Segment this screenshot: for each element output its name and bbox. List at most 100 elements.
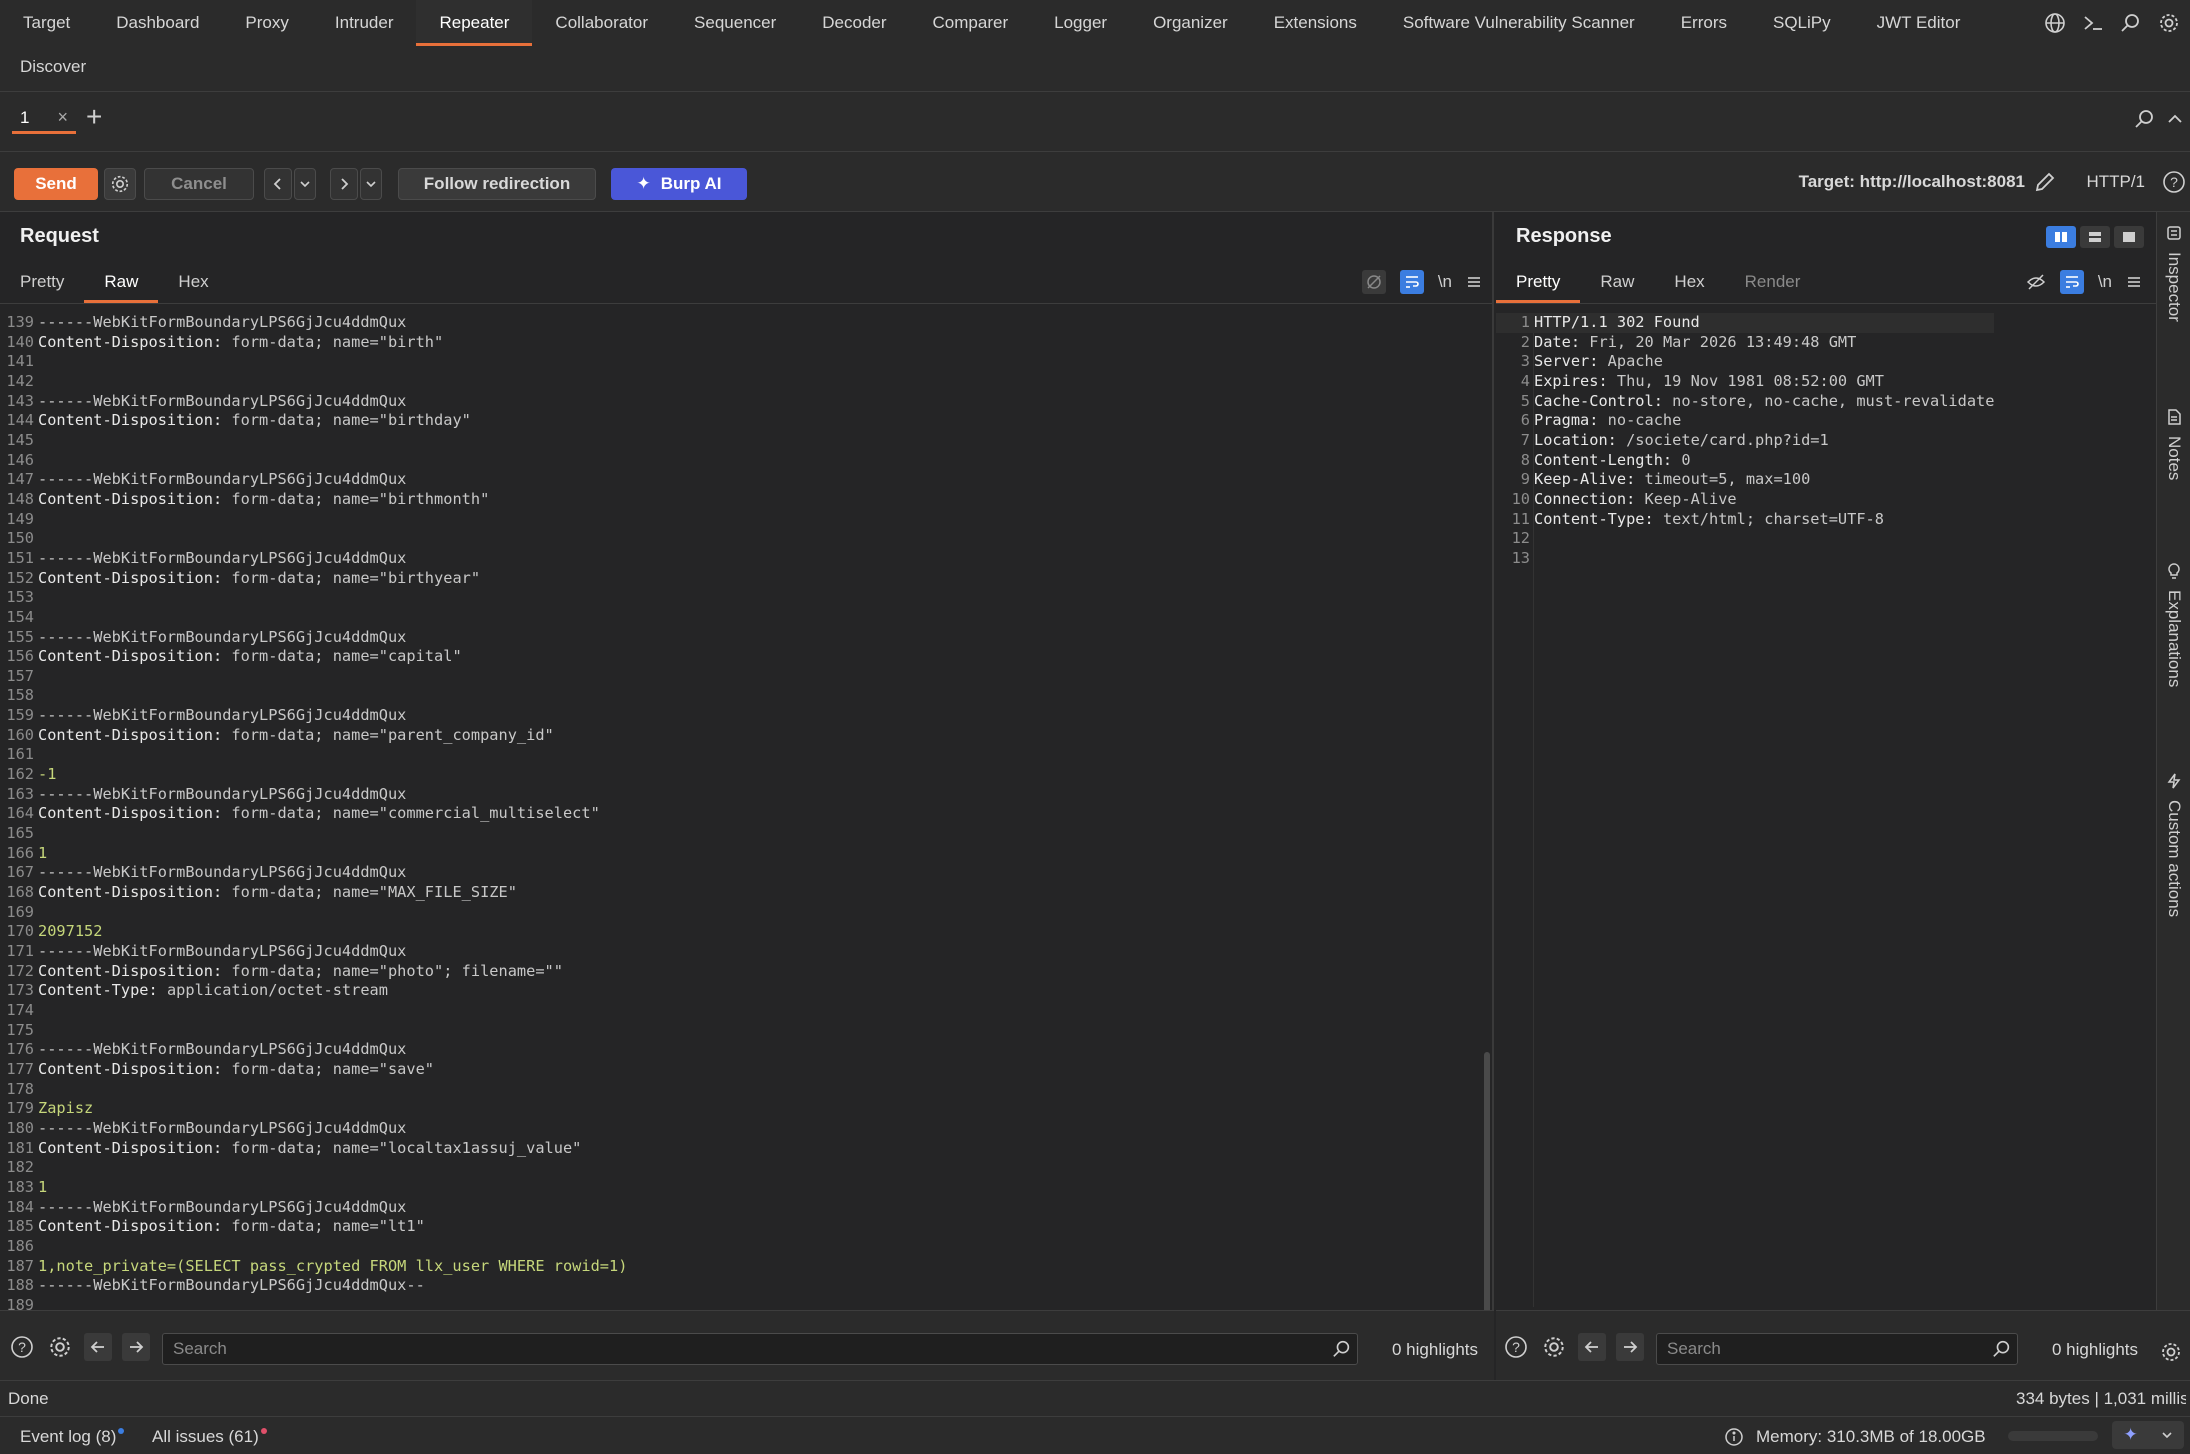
response-search-input[interactable]: Search — [1656, 1333, 2018, 1365]
nav-tab-errors[interactable]: Errors — [1658, 0, 1750, 46]
request-search-input[interactable]: Search — [162, 1333, 1358, 1365]
ai-status-button[interactable]: ✦ — [2112, 1421, 2184, 1449]
header-value: form-data; name="MAX_FILE_SIZE" — [222, 883, 517, 902]
request-scrollbar[interactable] — [1484, 1052, 1490, 1332]
chevron-up-icon[interactable] — [2166, 110, 2184, 128]
search-icon[interactable] — [1992, 1339, 2012, 1359]
nav-tab-decoder[interactable]: Decoder — [799, 0, 909, 46]
event-log-link[interactable]: Event log (8) — [20, 1427, 125, 1447]
arrow-right-icon[interactable] — [1616, 1333, 1644, 1361]
forward-button[interactable] — [330, 168, 358, 200]
search-icon[interactable] — [1332, 1339, 1352, 1359]
line-number: 173 — [6, 981, 34, 1000]
arrow-right-icon[interactable] — [122, 1333, 150, 1361]
pencil-icon[interactable] — [2033, 170, 2057, 194]
help-icon[interactable]: ? — [8, 1333, 36, 1361]
request-tab-pretty[interactable]: Pretty — [0, 264, 84, 303]
repeater-tab[interactable]: 1 × — [12, 104, 76, 134]
nav-tab-sequencer[interactable]: Sequencer — [671, 0, 799, 46]
nav-tab-sqlipy[interactable]: SQLiPy — [1750, 0, 1854, 46]
nav-tab-logger[interactable]: Logger — [1031, 0, 1130, 46]
code-line: 164 Content-Disposition: form-data; name=… — [0, 804, 627, 824]
search-icon[interactable] — [2114, 6, 2148, 40]
response-editor[interactable]: 1 HTTP/1.1 302 Found 2 Date: Fri, 20 Mar 20… — [1496, 313, 1995, 569]
nav-tab-collaborator[interactable]: Collaborator — [532, 0, 671, 46]
search-icon[interactable] — [2134, 108, 2156, 130]
menu-icon[interactable] — [1466, 274, 1482, 290]
help-icon[interactable]: ? — [1502, 1333, 1530, 1361]
side-tab-inspector[interactable]: Inspector — [2157, 224, 2190, 322]
nav-tab-repeater[interactable]: Repeater — [416, 0, 533, 46]
line-number: 161 — [6, 745, 34, 764]
nav-tab-discover[interactable]: Discover — [20, 57, 86, 77]
code-line: 152 Content-Disposition: form-data; name=… — [0, 569, 627, 589]
request-editor[interactable]: 139 ------WebKitFormBoundaryLPS6GjJcu4ddm… — [0, 313, 627, 1315]
gear-icon[interactable] — [46, 1333, 74, 1361]
nav-tab-organizer[interactable]: Organizer — [1130, 0, 1251, 46]
line-text: ------WebKitFormBoundaryLPS6GjJcu4ddmQux — [38, 784, 407, 803]
side-tab-notes[interactable]: Notes — [2157, 408, 2190, 480]
all-issues-link[interactable]: All issues (61) — [152, 1427, 267, 1447]
response-tab-raw[interactable]: Raw — [1580, 264, 1654, 303]
code-line: 176 ------WebKitFormBoundaryLPS6GjJcu4ddm… — [0, 1040, 627, 1060]
response-tab-pretty[interactable]: Pretty — [1496, 264, 1581, 303]
request-tab-raw[interactable]: Raw — [84, 264, 159, 303]
send-options-button[interactable] — [104, 168, 136, 200]
line-number: 153 — [6, 588, 34, 607]
gear-icon[interactable] — [2152, 6, 2186, 40]
nav-tab-proxy[interactable]: Proxy — [222, 0, 311, 46]
side-tab-explanations[interactable]: Explanations — [2157, 562, 2190, 687]
response-tab-render[interactable]: Render — [1725, 264, 1821, 303]
line-number: 149 — [6, 509, 34, 528]
nav-tab-comparer[interactable]: Comparer — [910, 0, 1032, 46]
nav-tab-extensions[interactable]: Extensions — [1251, 0, 1380, 46]
arrow-left-icon[interactable] — [1578, 1333, 1606, 1361]
hide-nonprintable-icon[interactable] — [1361, 270, 1386, 294]
nav-tab-target[interactable]: Target — [0, 0, 93, 46]
code-line: 166 1 — [0, 844, 627, 864]
menu-icon[interactable] — [2126, 274, 2142, 290]
nav-tab-dashboard[interactable]: Dashboard — [93, 0, 222, 46]
word-wrap-icon[interactable] — [1399, 270, 1424, 294]
line-number: 5 — [1520, 391, 1530, 410]
word-wrap-icon[interactable] — [2059, 270, 2084, 294]
back-history-dropdown[interactable] — [294, 168, 316, 200]
gear-icon[interactable] — [1540, 1333, 1568, 1361]
newline-toggle[interactable]: \n — [2098, 272, 2112, 292]
split-horizontal-icon[interactable] — [2080, 226, 2110, 248]
follow-redirection-button[interactable]: Follow redirection — [398, 168, 596, 200]
side-tab-custom-actions[interactable]: Custom actions — [2157, 772, 2190, 917]
globe-icon[interactable] — [2038, 6, 2072, 40]
http-version-toggle[interactable]: HTTP/1 — [2086, 172, 2145, 192]
tool-tabs: Target Dashboard Proxy Intruder Repeater Coll… — [0, 0, 1983, 46]
back-button[interactable] — [264, 168, 292, 200]
target-label[interactable]: Target: http://localhost:8081 — [1799, 172, 2025, 192]
send-button[interactable]: Send — [14, 168, 98, 200]
newline-toggle[interactable]: \n — [1438, 272, 1452, 292]
tabs-layout-icon[interactable] — [2114, 226, 2144, 248]
code-line: 186 — [0, 1237, 627, 1257]
code-line: 142 — [0, 372, 627, 392]
split-vertical-icon[interactable] — [2046, 226, 2076, 248]
terminal-icon[interactable] — [2076, 6, 2110, 40]
cancel-button[interactable]: Cancel — [144, 168, 254, 200]
request-tab-hex[interactable]: Hex — [158, 264, 228, 303]
help-icon[interactable]: ? — [2162, 170, 2186, 194]
svg-text:?: ? — [1512, 1339, 1520, 1355]
arrow-left-icon[interactable] — [84, 1333, 112, 1361]
nav-tab-intruder[interactable]: Intruder — [312, 0, 417, 46]
line-number: 171 — [6, 942, 34, 960]
header-value: no-cache — [1598, 411, 1682, 430]
line-number: 11 — [1511, 509, 1530, 528]
gear-icon[interactable] — [2160, 1341, 2182, 1363]
forward-history-dropdown[interactable] — [360, 168, 382, 200]
line-number: 169 — [6, 902, 34, 921]
hide-nonprintable-icon[interactable] — [2026, 272, 2046, 292]
burp-ai-button[interactable]: ✦ Burp AI — [611, 168, 747, 200]
code-line: 8 Content-Length: 0 — [1496, 451, 1994, 471]
nav-tab-software-vulnerability-scanner[interactable]: Software Vulnerability Scanner — [1380, 0, 1658, 46]
nav-tab-jwt-editor[interactable]: JWT Editor — [1854, 0, 1984, 46]
response-tab-hex[interactable]: Hex — [1654, 264, 1724, 303]
add-tab-button[interactable]: + — [86, 102, 102, 132]
close-icon[interactable]: × — [57, 107, 68, 128]
